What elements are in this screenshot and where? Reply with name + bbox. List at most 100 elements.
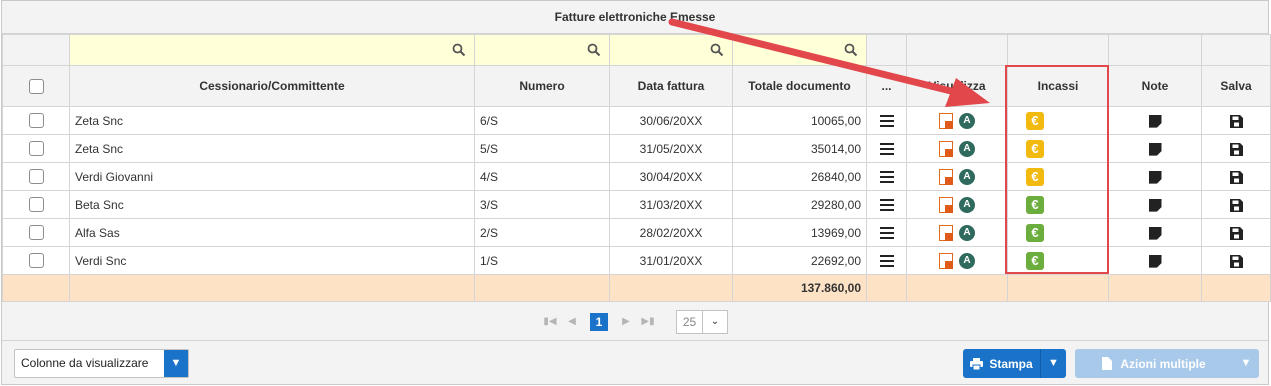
select-all-checkbox[interactable] — [28, 78, 44, 94]
footer-toolbar: Colonne da visualizzare ▼ Stampa ▼ Azion… — [2, 341, 1268, 386]
chevron-down-icon[interactable]: ▼ — [164, 350, 188, 377]
chevron-down-icon[interactable]: ⌄ — [703, 311, 727, 333]
azioni-multiple-button[interactable]: Azioni multiple ▼ — [1075, 349, 1259, 378]
current-page[interactable]: 1 — [590, 312, 608, 331]
row-checkbox[interactable] — [28, 225, 44, 241]
search-icon[interactable] — [452, 43, 466, 57]
row-menu-cell — [866, 190, 907, 219]
prev-page-icon[interactable]: ◀ — [564, 316, 580, 327]
col-visualizza: Visualizza — [906, 65, 1008, 107]
euro-icon[interactable]: € — [1026, 111, 1044, 130]
search-icon[interactable] — [710, 43, 724, 57]
row-checkbox[interactable] — [28, 169, 44, 185]
save-icon[interactable] — [1229, 226, 1243, 240]
col-menu: ... — [866, 65, 907, 107]
table-row[interactable]: Zeta Snc 5/S 31/05/20XX 35014,00 A € — [2, 134, 1271, 163]
pdf-icon[interactable] — [939, 224, 953, 241]
row-checkbox[interactable] — [28, 253, 44, 269]
pdf-icon[interactable] — [939, 168, 953, 185]
hamburger-icon[interactable] — [879, 112, 894, 130]
save-icon[interactable] — [1229, 170, 1243, 184]
row-select-cell — [2, 218, 70, 247]
filter-empty — [866, 34, 907, 66]
pdf-icon[interactable] — [939, 196, 953, 213]
hamburger-icon[interactable] — [879, 252, 894, 270]
agenzia-entrate-icon[interactable]: A — [959, 168, 975, 185]
search-icon[interactable] — [844, 43, 858, 57]
col-numero[interactable]: Numero — [474, 65, 610, 107]
col-cessionario[interactable]: Cessionario/Committente — [69, 65, 475, 107]
filter-data[interactable] — [609, 34, 733, 66]
last-page-icon[interactable]: ▶▮ — [640, 316, 656, 327]
row-incassi-cell: € — [1007, 134, 1109, 163]
agenzia-entrate-icon[interactable]: A — [959, 140, 975, 157]
row-save-cell — [1201, 106, 1271, 135]
cell-cliente: Verdi Giovanni — [69, 162, 475, 191]
save-icon[interactable] — [1229, 114, 1243, 128]
hamburger-icon[interactable] — [879, 168, 894, 186]
cell-data: 31/03/20XX — [609, 190, 733, 219]
table-row[interactable]: Verdi Giovanni 4/S 30/04/20XX 26840,00 A € — [2, 162, 1271, 191]
euro-icon[interactable]: € — [1026, 195, 1044, 214]
hamburger-icon[interactable] — [879, 224, 894, 242]
pdf-icon[interactable] — [939, 140, 953, 157]
cell-numero: 3/S — [474, 190, 610, 219]
row-select-cell — [2, 106, 70, 135]
table-row[interactable]: Alfa Sas 2/S 28/02/20XX 13969,00 A € — [2, 218, 1271, 247]
filter-cessionario[interactable] — [69, 34, 475, 66]
row-select-cell — [2, 162, 70, 191]
page-size-select[interactable]: 25 ⌄ — [676, 309, 728, 334]
note-icon[interactable] — [1148, 142, 1162, 156]
save-icon[interactable] — [1229, 142, 1243, 156]
note-icon[interactable] — [1148, 226, 1162, 240]
col-incassi: Incassi — [1007, 65, 1109, 107]
pdf-icon[interactable] — [939, 112, 953, 129]
cell-data: 28/02/20XX — [609, 218, 733, 247]
save-icon[interactable] — [1229, 254, 1243, 268]
note-icon[interactable] — [1148, 114, 1162, 128]
next-page-icon[interactable]: ▶ — [618, 316, 634, 327]
row-checkbox[interactable] — [28, 113, 44, 129]
euro-icon[interactable]: € — [1026, 139, 1044, 158]
stampa-button[interactable]: Stampa ▼ — [963, 349, 1066, 378]
search-icon[interactable] — [587, 43, 601, 57]
cell-numero: 2/S — [474, 218, 610, 247]
table-row[interactable]: Beta Snc 3/S 31/03/20XX 29280,00 A € — [2, 190, 1271, 219]
hamburger-icon[interactable] — [879, 140, 894, 158]
filter-empty — [906, 34, 1008, 66]
table-row[interactable]: Verdi Snc 1/S 31/01/20XX 22692,00 A € — [2, 246, 1271, 275]
col-totale-label: Totale documento — [748, 78, 851, 93]
pdf-icon[interactable] — [939, 252, 953, 269]
note-icon[interactable] — [1148, 170, 1162, 184]
first-page-icon[interactable]: ▮◀ — [542, 316, 558, 327]
save-icon[interactable] — [1229, 198, 1243, 212]
table-row[interactable]: Zeta Snc 6/S 30/06/20XX 10065,00 A € — [2, 106, 1271, 135]
row-checkbox[interactable] — [28, 141, 44, 157]
total-empty — [1007, 274, 1109, 302]
chevron-down-icon[interactable]: ▼ — [1233, 349, 1259, 378]
cell-numero: 4/S — [474, 162, 610, 191]
chevron-down-icon[interactable]: ▼ — [1040, 349, 1066, 378]
page-size-value: 25 — [677, 310, 703, 333]
euro-icon[interactable]: € — [1026, 167, 1044, 186]
azioni-label-wrap: Azioni multiple — [1075, 349, 1233, 378]
col-data[interactable]: Data fattura — [609, 65, 733, 107]
filter-totale[interactable] — [732, 34, 867, 66]
select-all-cell — [2, 65, 70, 107]
euro-icon[interactable]: € — [1026, 251, 1044, 270]
agenzia-entrate-icon[interactable]: A — [959, 252, 975, 269]
col-totale[interactable]: Totale documento — [732, 65, 867, 107]
filter-numero[interactable] — [474, 34, 610, 66]
agenzia-entrate-icon[interactable]: A — [959, 196, 975, 213]
filter-empty — [1108, 34, 1202, 66]
agenzia-entrate-icon[interactable]: A — [959, 112, 975, 129]
hamburger-icon[interactable] — [879, 196, 894, 214]
agenzia-entrate-icon[interactable]: A — [959, 224, 975, 241]
invoice-grid: Cessionario/Committente Numero Data fatt… — [2, 34, 1271, 302]
note-icon[interactable] — [1148, 198, 1162, 212]
euro-icon[interactable]: € — [1026, 223, 1044, 242]
note-icon[interactable] — [1148, 254, 1162, 268]
columns-dropdown[interactable]: Colonne da visualizzare ▼ — [14, 349, 189, 378]
cell-totale: 22692,00 — [732, 246, 867, 275]
row-checkbox[interactable] — [28, 197, 44, 213]
